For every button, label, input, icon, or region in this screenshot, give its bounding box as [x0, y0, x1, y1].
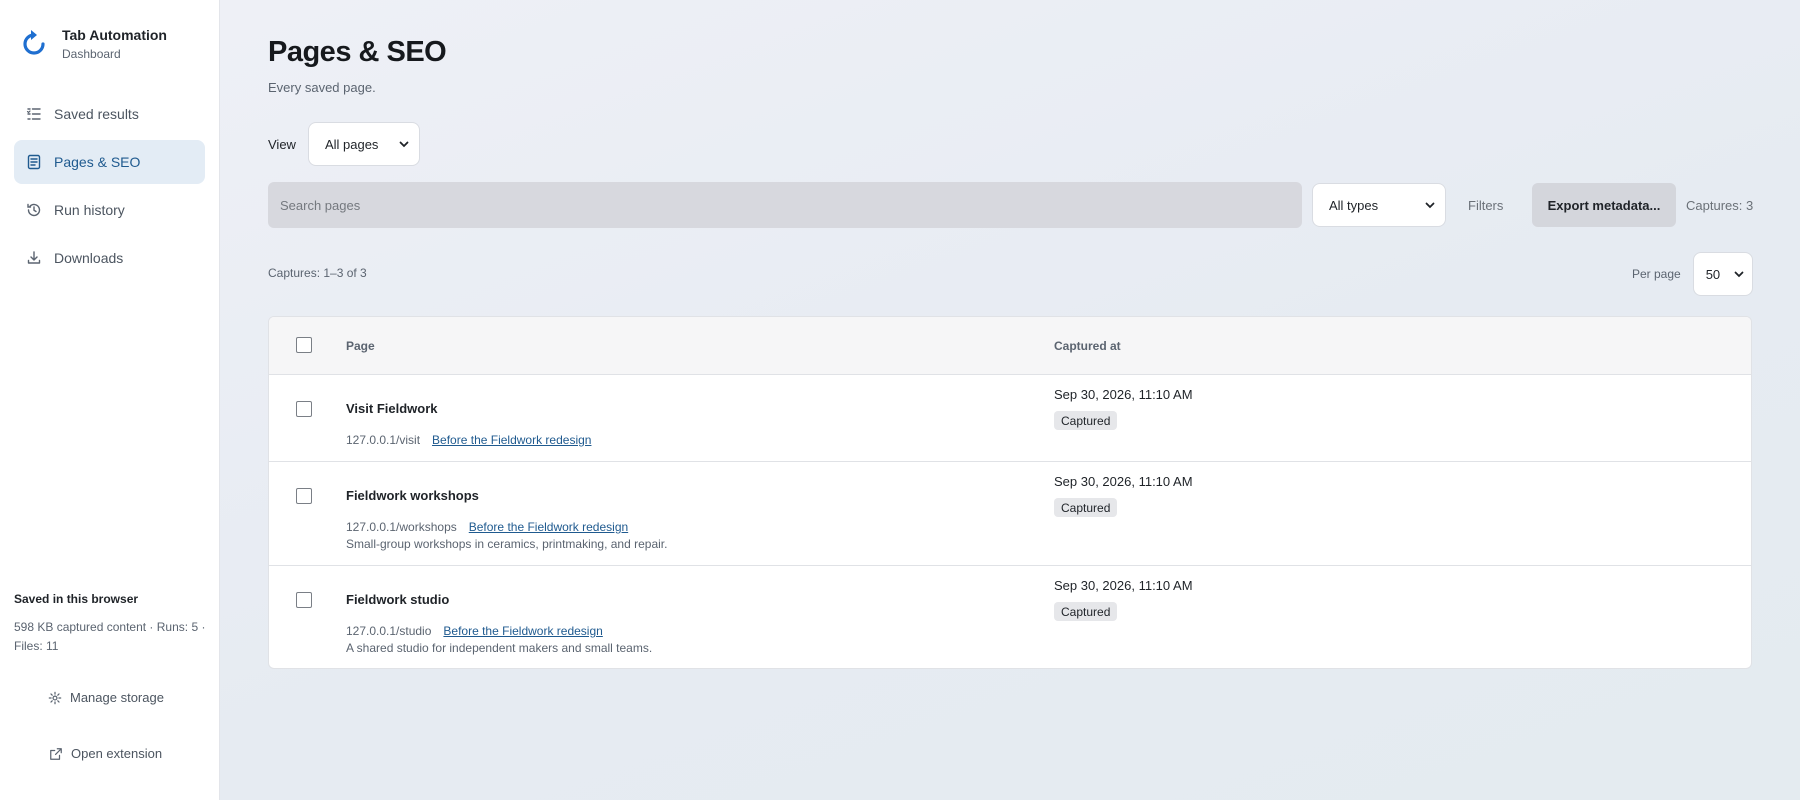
- document-icon: [27, 154, 41, 170]
- row-url: 127.0.0.1/visit: [346, 433, 421, 447]
- export-metadata-button[interactable]: Export metadata...: [1532, 183, 1676, 227]
- row-title: Visit Fieldwork: [346, 401, 438, 416]
- toolbar: Search pages All types Filters Export me…: [268, 182, 1754, 228]
- row-url: 127.0.0.1/studio: [346, 624, 432, 638]
- pages-table: Page Captured at Visit Fieldwork 127.0.0…: [268, 316, 1752, 669]
- search-placeholder: Search pages: [280, 197, 361, 213]
- row-captured-date: Sep 30, 2026, 11:10 AM: [1054, 578, 1193, 593]
- row-meta: 127.0.0.1/visit Before the Fieldwork red…: [346, 433, 591, 447]
- table-row: Fieldwork studio 127.0.0.1/studio Before…: [269, 566, 1751, 668]
- manage-storage-button[interactable]: Manage storage: [48, 690, 164, 705]
- gear-icon: [48, 691, 62, 704]
- per-page-value: 50: [1705, 266, 1721, 282]
- storage-info: 598 KB captured content · Runs: 5 · File…: [14, 620, 206, 653]
- sidebar-item-downloads[interactable]: Downloads: [14, 236, 205, 280]
- manage-storage-label: Manage storage: [70, 690, 164, 705]
- row-capture-link[interactable]: Before the Fieldwork redesign: [443, 624, 602, 638]
- filters-button[interactable]: Filters: [1468, 182, 1503, 228]
- open-extension-label: Open extension: [71, 746, 163, 761]
- row-checkbox[interactable]: [296, 488, 312, 504]
- chevron-down-icon: [399, 141, 409, 148]
- column-header-page: Page: [346, 339, 375, 353]
- chevron-down-icon: [1425, 202, 1435, 209]
- sidebar: Tab Automation Dashboard Saved results P…: [0, 0, 220, 800]
- brand-subtitle: Dashboard: [62, 47, 121, 61]
- per-page-control: Per page 50: [1632, 252, 1753, 296]
- result-range: Captures: 1–3 of 3: [268, 266, 367, 280]
- row-meta: 127.0.0.1/studio Before the Fieldwork re…: [346, 624, 603, 638]
- per-page-select[interactable]: 50: [1692, 252, 1753, 296]
- sidebar-item-label: Saved results: [54, 106, 139, 122]
- row-checkbox[interactable]: [296, 401, 312, 417]
- select-all-checkbox[interactable]: [296, 337, 312, 353]
- per-page-label: Per page: [1632, 267, 1681, 281]
- refresh-logo-icon: [23, 30, 45, 55]
- sidebar-item-saved-results[interactable]: Saved results: [14, 92, 205, 136]
- status-badge: Captured: [1054, 602, 1118, 621]
- view-row: View All pages: [268, 122, 420, 166]
- column-header-captured-at: Captured at: [1054, 339, 1121, 353]
- row-checkbox[interactable]: [296, 592, 312, 608]
- types-select-value: All types: [1329, 197, 1379, 213]
- sidebar-nav: Saved results Pages & SEO Run history Do…: [14, 92, 205, 284]
- row-description: A shared studio for independent makers a…: [346, 641, 653, 655]
- main-content: Pages & SEO Every saved page. View All p…: [220, 0, 1800, 800]
- row-captured-date: Sep 30, 2026, 11:10 AM: [1054, 387, 1193, 402]
- sidebar-item-run-history[interactable]: Run history: [14, 188, 205, 232]
- brand[interactable]: Tab Automation Dashboard: [22, 26, 167, 62]
- table-row: Fieldwork workshops 127.0.0.1/workshops …: [269, 462, 1751, 566]
- view-label: View: [268, 136, 296, 152]
- list-icon: [26, 108, 41, 120]
- table-row: Visit Fieldwork 127.0.0.1/visit Before t…: [269, 375, 1751, 462]
- row-title: Fieldwork studio: [346, 592, 450, 607]
- download-icon: [27, 251, 41, 264]
- sidebar-item-label: Run history: [54, 202, 125, 218]
- sidebar-item-label: Downloads: [54, 250, 124, 266]
- row-capture-link[interactable]: Before the Fieldwork redesign: [432, 433, 591, 447]
- open-extension-button[interactable]: Open extension: [49, 746, 162, 761]
- page-subtitle: Every saved page.: [268, 80, 376, 95]
- sidebar-item-label: Pages & SEO: [54, 154, 141, 170]
- types-select[interactable]: All types: [1312, 183, 1446, 227]
- history-icon: [27, 203, 41, 217]
- search-input[interactable]: Search pages: [268, 182, 1302, 228]
- storage-summary: Saved in this browser 598 KB captured co…: [14, 592, 209, 656]
- status-badge: Captured: [1054, 498, 1118, 517]
- brand-title: Tab Automation: [62, 27, 167, 43]
- view-select-value: All pages: [324, 136, 379, 152]
- row-description: Small-group workshops in ceramics, print…: [346, 537, 668, 551]
- external-link-icon: [50, 747, 62, 760]
- row-capture-link[interactable]: Before the Fieldwork redesign: [469, 520, 628, 534]
- row-meta: 127.0.0.1/workshops Before the Fieldwork…: [346, 520, 628, 534]
- view-select[interactable]: All pages: [307, 122, 420, 166]
- status-badge: Captured: [1054, 411, 1118, 430]
- row-title: Fieldwork workshops: [346, 488, 479, 503]
- page-title: Pages & SEO: [268, 36, 447, 68]
- row-url: 127.0.0.1/workshops: [346, 520, 457, 534]
- storage-title: Saved in this browser: [14, 592, 139, 606]
- captures-count: Captures: 3: [1686, 197, 1754, 213]
- row-captured-date: Sep 30, 2026, 11:10 AM: [1054, 474, 1193, 489]
- table-header: Page Captured at: [269, 317, 1751, 375]
- chevron-down-icon: [1734, 271, 1744, 278]
- sidebar-item-pages-seo[interactable]: Pages & SEO: [14, 140, 205, 184]
